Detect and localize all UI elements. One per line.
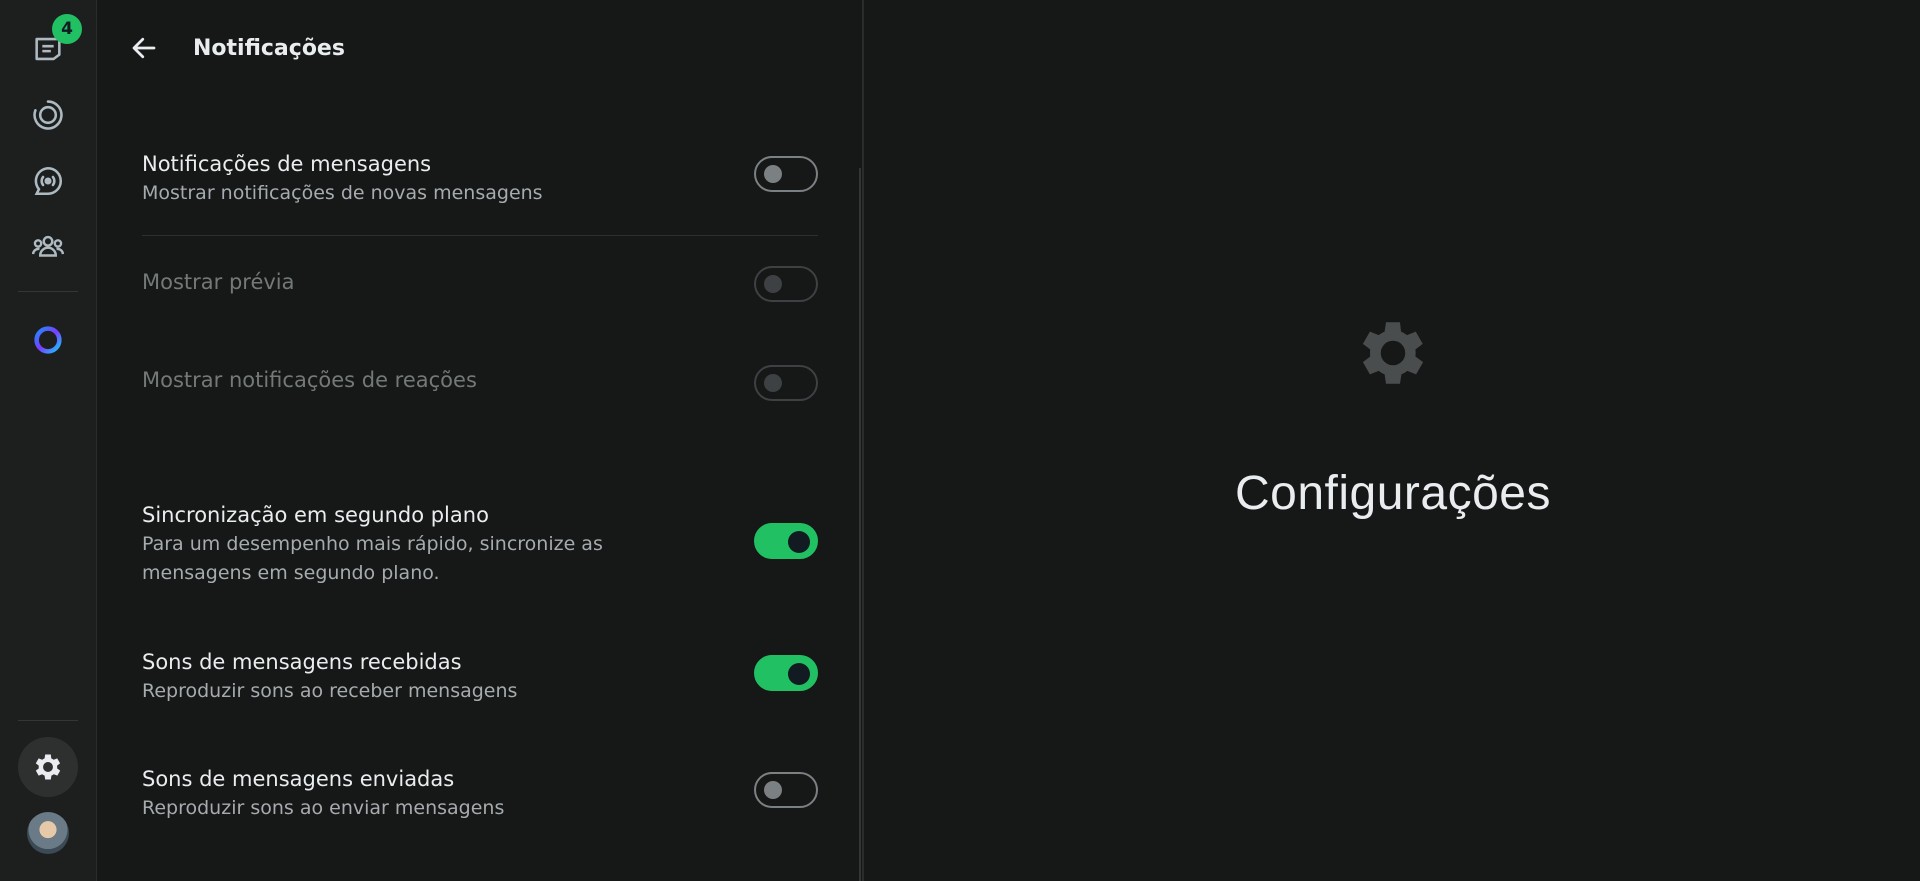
channels-icon (34, 166, 63, 196)
rail-item-communities[interactable] (18, 217, 78, 277)
setting-message-notifications: Notificações de mensagens Mostrar notifi… (142, 150, 818, 208)
setting-show-preview: Mostrar prévia (142, 266, 818, 302)
back-button[interactable] (124, 28, 164, 68)
toggle-knob (788, 531, 810, 553)
setting-title: Sincronização em segundo plano (142, 503, 489, 527)
setting-title: Sons de mensagens recebidas (142, 650, 462, 674)
message-notifications-toggle[interactable] (754, 156, 818, 192)
arrow-left-icon (132, 37, 156, 59)
setting-outgoing-sounds: Sons de mensagens enviadas Reproduzir so… (142, 765, 818, 823)
meta-ai-icon (34, 326, 62, 354)
setting-description: Para um desempenho mais rápido, sincroni… (142, 533, 603, 584)
rail-item-status[interactable] (18, 85, 78, 145)
rail-item-channels[interactable] (18, 151, 78, 211)
background-sync-toggle[interactable] (754, 523, 818, 559)
toggle-knob (764, 275, 782, 293)
gear-icon (1362, 322, 1424, 384)
notifications-panel: Notificações Notificações de mensagens M… (97, 0, 864, 881)
reaction-notifications-toggle[interactable] (754, 365, 818, 401)
rail-item-settings[interactable] (18, 737, 78, 797)
divider (142, 235, 818, 236)
setting-title: Notificações de mensagens (142, 152, 432, 176)
outgoing-sounds-toggle[interactable] (754, 772, 818, 808)
rail-divider (18, 291, 78, 292)
toggle-knob (788, 663, 810, 685)
toggle-knob (764, 374, 782, 392)
toggle-knob (764, 165, 782, 183)
setting-background-sync: Sincronização em segundo plano Para um d… (142, 501, 818, 588)
rail-item-meta-ai[interactable] (18, 310, 78, 370)
setting-incoming-sounds: Sons de mensagens recebidas Reproduzir s… (142, 648, 818, 706)
avatar[interactable] (27, 812, 69, 854)
setting-reaction-notifications: Mostrar notificações de reações (142, 365, 818, 401)
settings-placeholder-pane: Configurações (866, 0, 1920, 881)
unread-badge: 4 (52, 14, 82, 44)
status-icon (33, 100, 63, 130)
communities-icon (31, 235, 65, 257)
incoming-sounds-toggle[interactable] (754, 655, 818, 691)
setting-title: Mostrar prévia (142, 270, 295, 294)
app-window: 4 Notificações Notificações de mensagens… (0, 0, 1920, 881)
rail-divider (18, 720, 78, 721)
nav-rail: 4 (0, 0, 97, 881)
gear-icon (35, 754, 61, 780)
setting-title: Mostrar notificações de reações (142, 368, 477, 392)
page-title: Notificações (193, 36, 345, 61)
toggle-knob (764, 781, 782, 799)
show-preview-toggle[interactable] (754, 266, 818, 302)
setting-description: Mostrar notificações de novas mensagens (142, 182, 543, 204)
panel-header: Notificações (97, 0, 862, 100)
scrollbar[interactable] (859, 168, 861, 881)
placeholder-title: Configurações (1234, 467, 1551, 520)
setting-description: Reproduzir sons ao enviar mensagens (142, 797, 505, 819)
setting-title: Sons de mensagens enviadas (142, 767, 455, 791)
setting-description: Reproduzir sons ao receber mensagens (142, 680, 518, 702)
